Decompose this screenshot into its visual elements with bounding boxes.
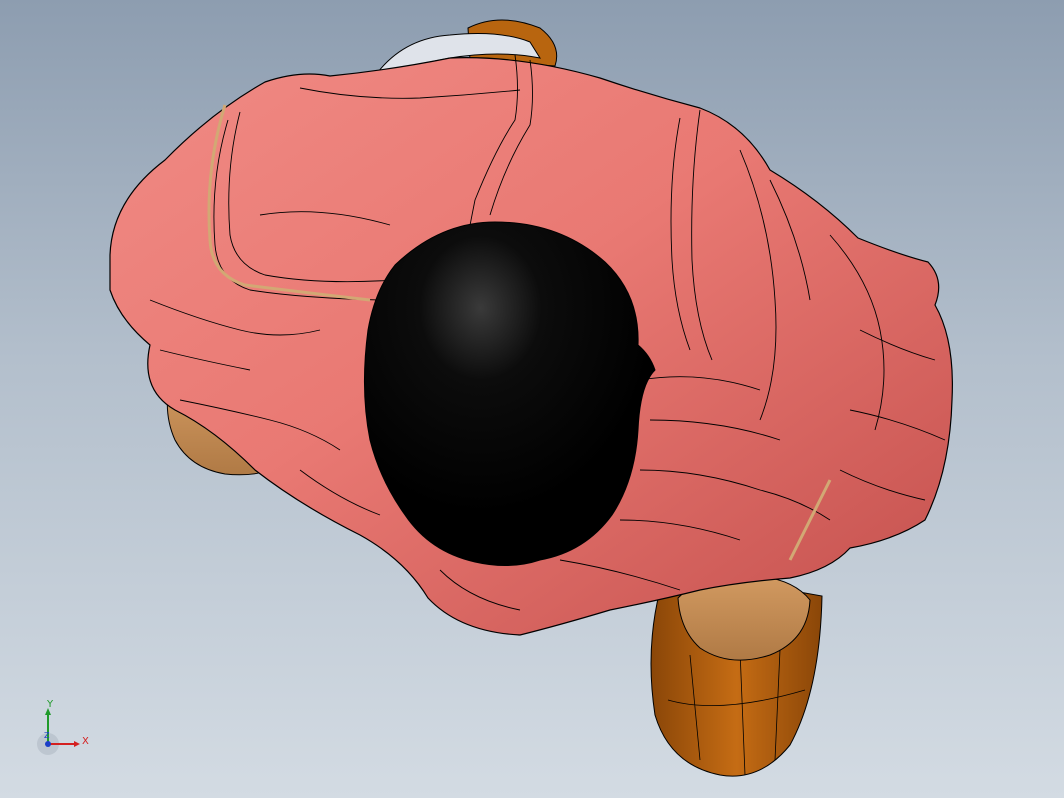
y-axis-label: Y bbox=[47, 699, 54, 710]
3d-viewport[interactable]: X Y Z bbox=[0, 0, 1064, 798]
x-axis-label: X bbox=[82, 736, 89, 747]
3d-model-view[interactable] bbox=[0, 0, 1064, 798]
hair bbox=[363, 221, 656, 567]
z-axis-label: Z bbox=[44, 731, 50, 740]
